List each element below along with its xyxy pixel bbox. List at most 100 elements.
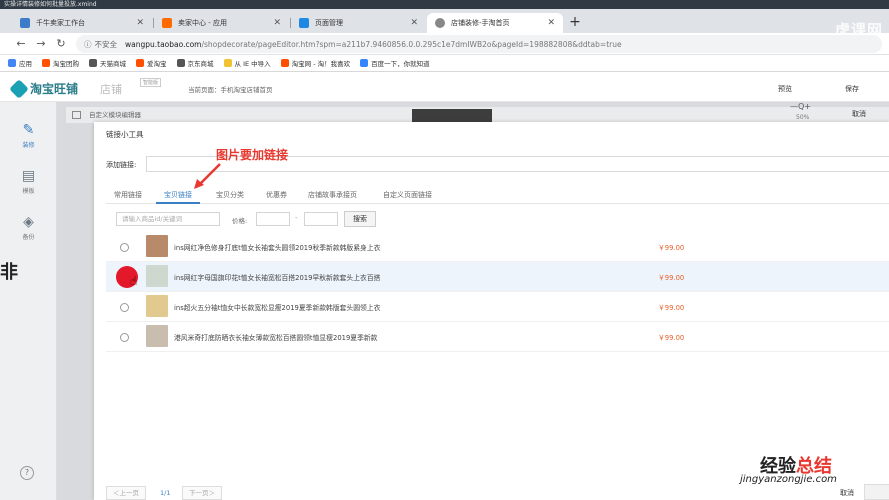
bookmark-icon <box>360 59 369 67</box>
save-button[interactable]: 保存 <box>845 84 859 94</box>
tab-common-links[interactable]: 常用链接 <box>114 190 142 200</box>
left-edge-glyph: 非 <box>0 262 18 283</box>
search-button[interactable]: 搜索 <box>344 211 376 227</box>
template-icon: ▤ <box>21 168 36 184</box>
bookmark-icon <box>42 59 50 67</box>
dialog-cancel-button[interactable]: 取消 <box>840 488 854 498</box>
bookmark-label: 爱淘宝 <box>147 60 167 68</box>
sidebar-item-label: 模板 <box>22 188 35 195</box>
price-label: 价格: <box>232 217 248 225</box>
active-tab-indicator <box>156 202 200 204</box>
annotation-text: 图片要加链接 <box>216 148 289 162</box>
bookmark-import-ie[interactable]: 从 IE 中导入 <box>223 58 271 68</box>
list-item[interactable]: ☝ ins网红字母国旗印花t恤女长袖宽松百搭2019早秋新款套头上衣百搭 ￥99… <box>106 262 889 292</box>
item-thumbnail <box>146 235 168 257</box>
close-icon[interactable]: ✕ <box>547 18 555 28</box>
sidebar-item-decorate[interactable]: ✎ 装修 <box>0 116 57 160</box>
keyword-input[interactable]: 请输入商品id/关键词 <box>116 212 220 226</box>
link-tool-dialog: 链接小工具 添加链接: 图片要加链接 常用链接 宝贝链接 宝贝分类 优惠券 店铺… <box>94 122 889 500</box>
link-type-tabs: 常用链接 宝贝链接 宝贝分类 优惠券 店铺故事承接页 自定义页面链接 <box>106 186 889 204</box>
bookmark-label: 应用 <box>19 60 32 68</box>
item-title: 港风米奇打底防晒衣长袖女薄款宽松百搭圆领t恤显瘦2019夏季新款 <box>174 334 378 342</box>
url-path: /shopdecorate/pageEditor.htm?spm=a211b7.… <box>201 39 622 49</box>
tab-favicon-icon <box>435 18 445 28</box>
sidebar-item-backup[interactable]: ◈ 备份 <box>0 208 57 252</box>
bookmark-label: 淘宝团购 <box>53 60 79 68</box>
bookmark-taobao-group[interactable]: 淘宝团购 <box>42 58 79 68</box>
item-thumbnail <box>146 325 168 347</box>
back-arrow-icon[interactable]: ← <box>14 37 28 51</box>
browser-tab-seller-center[interactable]: 卖家中心 - 应用 ✕ <box>154 13 289 33</box>
help-icon[interactable]: ? <box>20 466 34 480</box>
item-thumbnail <box>146 295 168 317</box>
editor-cancel-button[interactable]: 取消 <box>852 109 866 119</box>
bookmark-apps[interactable]: 应用 <box>8 58 32 68</box>
tab-favicon-icon <box>162 18 172 28</box>
info-icon[interactable]: ⓘ <box>84 39 92 50</box>
bookmark-label: 从 IE 中导入 <box>234 60 271 68</box>
grid-icon <box>72 111 81 119</box>
bookmark-ai-taobao[interactable]: 爱淘宝 <box>136 58 167 68</box>
url-host: wangpu.taobao.com <box>125 39 202 49</box>
watermark-url: jingyanzongjie.com <box>740 474 837 485</box>
tab-coupons[interactable]: 优惠券 <box>266 190 287 200</box>
new-tab-button[interactable]: + <box>567 15 583 31</box>
item-title: ins网红净色修身打底t恤女长袖套头圆领2019秋季新款韩版紧身上衣 <box>174 244 381 252</box>
sidebar-item-template[interactable]: ▤ 模板 <box>0 162 57 206</box>
dialog-confirm-button[interactable] <box>864 484 889 500</box>
list-item[interactable]: ins网红净色修身打底t恤女长袖套头圆领2019秋季新款韩版紧身上衣 ￥99.0… <box>106 232 889 262</box>
current-page-selector[interactable]: 当前页面：手机淘宝店铺首页 <box>188 84 273 94</box>
list-item[interactable]: ins超火五分袖t恤女中长款宽松显瘦2019夏季新款韩版套头圆领上衣 ￥99.0… <box>106 292 889 322</box>
editor-label: 自定义模块编辑器 <box>89 111 141 119</box>
select-radio[interactable] <box>120 303 129 312</box>
tab-label: 卖家中心 - 应用 <box>178 19 227 27</box>
browser-tab-shop-decorate[interactable]: 店铺装修-手淘首页 ✕ <box>427 13 563 33</box>
dialog-title: 链接小工具 <box>106 130 144 139</box>
bookmark-tmall[interactable]: 天猫商城 <box>89 58 126 68</box>
version-badge: 智能版 <box>140 78 162 87</box>
apps-grid-icon <box>8 59 16 67</box>
preview-button[interactable]: 预览 <box>778 84 792 94</box>
list-item[interactable]: 港风米奇打底防晒衣长袖女薄款宽松百搭圆领t恤显瘦2019夏季新款 ￥99.00 <box>106 322 889 352</box>
bookmark-jd[interactable]: 京东商城 <box>176 58 214 68</box>
tab-shop-story[interactable]: 店铺故事承接页 <box>308 190 357 200</box>
item-title: ins超火五分袖t恤女中长款宽松显瘦2019夏季新款韩版套头圆领上衣 <box>174 304 381 312</box>
add-link-label: 添加链接: <box>106 161 137 169</box>
hand-cursor-icon: ☝ <box>130 274 138 288</box>
tab-favicon-icon <box>299 18 309 28</box>
window-title: 实操详情装修如何批量投放.xmind <box>0 0 889 9</box>
bookmark-baidu[interactable]: 百度一下，你就知道 <box>360 58 430 68</box>
price-max-input[interactable] <box>304 212 338 226</box>
tab-item-links[interactable]: 宝贝链接 <box>164 190 192 200</box>
bookmark-taobao[interactable]: 淘宝网 - 淘！我喜欢 <box>280 58 351 68</box>
close-icon[interactable]: ✕ <box>273 18 281 28</box>
forward-arrow-icon[interactable]: → <box>34 37 48 51</box>
browser-tab-qianniu[interactable]: 千牛卖家工作台 ✕ <box>12 13 152 33</box>
price-min-input[interactable] <box>256 212 290 226</box>
browser-tab-strip: 千牛卖家工作台 ✕ 卖家中心 - 应用 ✕ 页面管理 ✕ 店铺装修-手淘首页 ✕… <box>0 9 889 39</box>
select-radio[interactable] <box>120 243 129 252</box>
reload-icon[interactable]: ↻ <box>54 37 68 51</box>
bookmark-label: 淘宝网 - 淘！我喜欢 <box>291 60 351 68</box>
sidebar-item-label: 装修 <box>22 142 35 149</box>
zoom-control[interactable]: —Q+ <box>790 102 811 111</box>
close-icon[interactable]: ✕ <box>410 18 418 28</box>
sidebar-item-label: 备份 <box>22 234 35 241</box>
item-thumbnail <box>146 265 168 287</box>
browser-tab-page-manage[interactable]: 页面管理 ✕ <box>291 13 426 33</box>
select-radio[interactable] <box>120 333 129 342</box>
bookmarks-bar: 应用 淘宝团购 天猫商城 爱淘宝 京东商城 从 IE 中导入 淘宝网 - 淘！我… <box>0 55 889 72</box>
bookmark-label: 京东商城 <box>187 60 214 68</box>
tab-custom-page[interactable]: 自定义页面链接 <box>383 190 432 200</box>
logo-sub: 店铺 <box>100 83 122 96</box>
wangpu-logo[interactable]: 淘宝旺铺 <box>9 78 78 99</box>
prev-page-button[interactable]: ＜上一页 <box>106 486 146 500</box>
bookmark-label: 天猫商城 <box>100 60 126 68</box>
next-page-button[interactable]: 下一页＞ <box>182 486 222 500</box>
tab-item-category[interactable]: 宝贝分类 <box>216 190 244 200</box>
page-indicator: 1/1 <box>160 489 171 497</box>
tab-label: 页面管理 <box>315 19 343 27</box>
address-bar[interactable]: ⓘ 不安全 wangpu.taobao.com /shopdecorate/pa… <box>76 35 882 53</box>
close-icon[interactable]: ✕ <box>136 18 144 28</box>
pagination: ＜上一页 1/1 下一页＞ <box>106 486 306 500</box>
